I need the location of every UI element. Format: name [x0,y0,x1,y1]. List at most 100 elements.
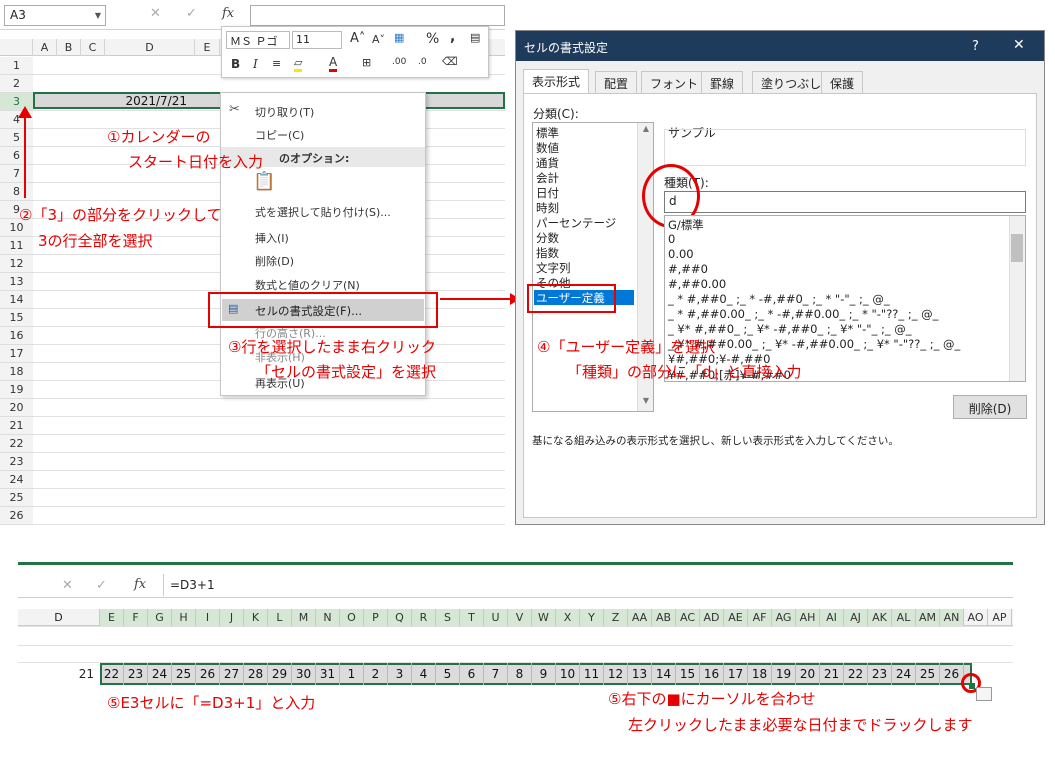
col-header[interactable]: F [124,609,148,626]
shrink-font-icon[interactable]: A˅ [372,33,385,46]
col-header[interactable]: E [100,609,124,626]
list-item[interactable]: 時刻 [536,200,559,216]
cell-d3-bottom[interactable]: 21 [18,663,98,685]
col-header[interactable]: M [292,609,316,626]
day-cell[interactable]: 5 [436,663,460,685]
delete-button[interactable]: 削除(D) [953,395,1027,419]
menu-item-cut[interactable]: 切り取り(T) [255,104,314,120]
day-cell[interactable]: 7 [484,663,508,685]
day-cell[interactable]: 25 [916,663,940,685]
row-header[interactable]: 1 [0,57,33,75]
col-header[interactable]: D [105,39,195,56]
col-header[interactable]: Y [580,609,604,626]
col-header[interactable]: AL [892,609,916,626]
menu-item-clear[interactable]: 数式と値のクリア(N) [255,277,360,293]
cancel-icon[interactable]: ✕ [62,578,73,593]
day-cell[interactable]: 13 [628,663,652,685]
day-cell[interactable]: 9 [532,663,556,685]
select-all[interactable] [0,39,33,56]
day-cell[interactable]: 22 [844,663,868,685]
list-item[interactable]: 日付 [536,185,559,201]
row-header[interactable]: 7 [0,165,33,183]
day-cell[interactable]: 17 [724,663,748,685]
col-header[interactable]: Q [388,609,412,626]
list-item[interactable]: G/標準 [668,217,704,233]
row-header[interactable]: 16 [0,327,33,345]
day-cell[interactable]: 6 [460,663,484,685]
row-header[interactable]: 17 [0,345,33,363]
list-item[interactable]: 数値 [536,140,559,156]
font-color-icon[interactable]: A [329,55,338,72]
cell-d3[interactable]: 2021/7/21 [105,94,195,108]
day-cell[interactable]: 14 [652,663,676,685]
day-cell[interactable]: 15 [676,663,700,685]
day-cell[interactable]: 23 [124,663,148,685]
col-header[interactable]: B [57,39,81,56]
day-cell[interactable]: 28 [244,663,268,685]
col-header[interactable]: AJ [844,609,868,626]
col-header[interactable]: AD [700,609,724,626]
col-header[interactable]: I [196,609,220,626]
menu-item-copy[interactable]: コピー(C) [255,127,304,143]
col-header[interactable]: P [364,609,388,626]
col-header[interactable]: K [244,609,268,626]
day-cell[interactable]: 24 [148,663,172,685]
menu-item-insert[interactable]: 挿入(I) [255,230,289,246]
col-header[interactable]: AA [628,609,652,626]
cancel-icon[interactable]: ✕ [150,6,161,21]
day-cell[interactable]: 20 [796,663,820,685]
col-header[interactable]: N [316,609,340,626]
row-header[interactable]: 24 [0,471,33,489]
fx-icon[interactable]: fx [222,6,234,21]
col-header[interactable]: AB [652,609,676,626]
list-item[interactable]: 標準 [536,125,559,141]
col-header[interactable]: E [195,39,220,56]
border-icon[interactable]: ⊞ [362,56,371,69]
col-header[interactable]: L [268,609,292,626]
increase-decimal-icon[interactable]: .00 [392,57,406,67]
clipboard-icon[interactable]: 📋 [253,171,275,192]
list-item[interactable]: 指数 [536,245,559,261]
list-item[interactable]: 会計 [536,170,559,186]
col-header[interactable]: V [508,609,532,626]
type-input[interactable]: d [664,191,1026,213]
list-item[interactable]: _ * #,##0_ ;_ * -#,##0_ ;_ * "-"_ ;_ @_ [668,292,890,306]
col-header[interactable]: X [556,609,580,626]
font-name-select[interactable]: ＭＳ Ｐゴ [226,31,290,49]
col-header[interactable]: AP [988,609,1012,626]
col-header[interactable]: AG [772,609,796,626]
align-icon[interactable]: ≡ [272,57,281,70]
col-header[interactable]: AK [868,609,892,626]
list-item[interactable]: _ ¥* #,##0_ ;_ ¥* -#,##0_ ;_ ¥* "-"_ ;_ … [668,322,912,336]
number-format-icon[interactable]: ▦ [394,31,404,44]
col-header[interactable]: W [532,609,556,626]
tab-protection[interactable]: 保護 [821,71,864,93]
row-header[interactable]: 18 [0,363,33,381]
check-icon[interactable]: ✓ [96,578,107,593]
day-cell[interactable]: 16 [700,663,724,685]
day-cell[interactable]: 1 [340,663,364,685]
col-header[interactable]: U [484,609,508,626]
comma-icon[interactable]: , [450,29,455,45]
col-header[interactable]: G [148,609,172,626]
format-list[interactable]: G/標準 0 0.00 #,##0 #,##0.00 _ * #,##0_ ;_… [664,215,1026,382]
col-header[interactable]: AI [820,609,844,626]
day-cell[interactable]: 25 [172,663,196,685]
autofill-options-icon[interactable] [976,687,992,701]
day-cell[interactable]: 29 [268,663,292,685]
formula-input[interactable] [250,5,505,26]
col-header[interactable]: D [18,609,100,626]
row-header[interactable]: 22 [0,435,33,453]
day-cell[interactable]: 4 [412,663,436,685]
col-header[interactable]: AE [724,609,748,626]
menu-item-delete[interactable]: 削除(D) [255,253,294,269]
col-header[interactable]: A [33,39,57,56]
chevron-down-icon[interactable]: ▼ [643,396,649,405]
tab-alignment[interactable]: 配置 [595,71,638,93]
row-header[interactable]: 19 [0,381,33,399]
col-header[interactable]: AF [748,609,772,626]
col-header[interactable]: AN [940,609,964,626]
day-cell[interactable]: 19 [772,663,796,685]
row-header[interactable]: 11 [0,237,33,255]
percent-icon[interactable]: % [426,31,439,47]
